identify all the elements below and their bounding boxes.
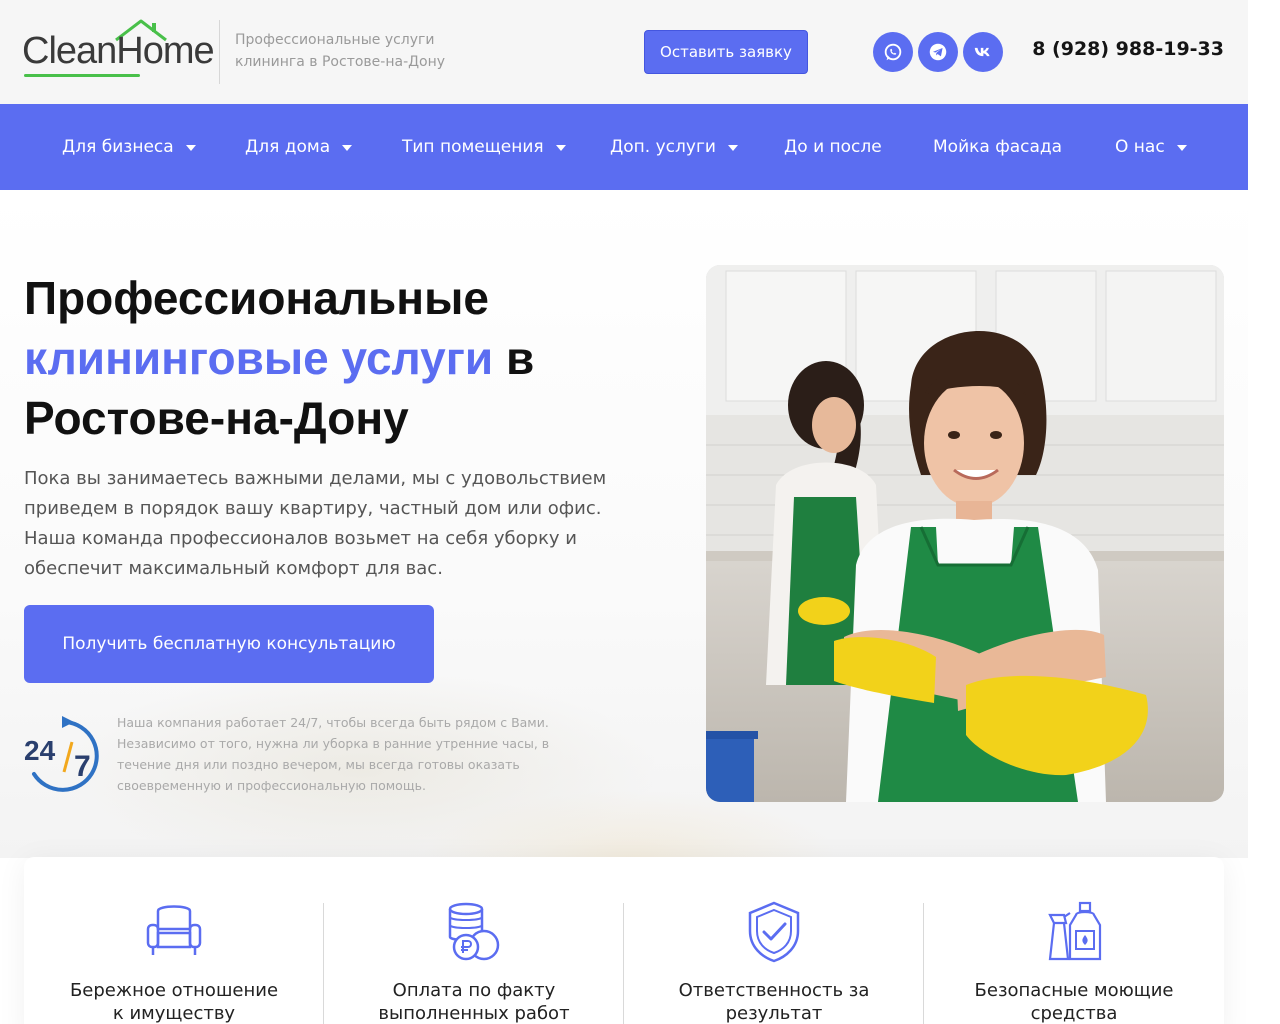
nav-item-facade-washing[interactable]: Мойка фасада xyxy=(933,134,1062,160)
hero-section: Профессиональные клининговые услуги в Ро… xyxy=(0,190,1248,858)
feature-line: Безопасные моющие xyxy=(974,980,1174,1001)
nav-label: До и после xyxy=(784,137,882,157)
hero-title-line-1: Профессиональные xyxy=(24,272,489,324)
nav-label: О нас xyxy=(1115,137,1165,157)
feature-item: Безопасные моющие средства xyxy=(924,857,1224,1024)
hero-lead-line: приведем в порядок вашу квартиру, частны… xyxy=(24,498,602,519)
nav-item-about[interactable]: О нас xyxy=(1115,134,1187,160)
badge-24-text: 24 xyxy=(24,735,56,766)
hero-title: Профессиональные клининговые услуги в Ро… xyxy=(24,268,664,448)
main-nav: Для бизнеса Для дома Тип помещения Доп. … xyxy=(0,104,1248,190)
hero-photo xyxy=(706,265,1224,802)
tagline-line-1: Профессиональные услуги xyxy=(235,32,435,48)
vk-button[interactable] xyxy=(963,32,1003,72)
hero-title-line-2: клининговые услуги в xyxy=(24,328,664,388)
chevron-down-icon xyxy=(555,145,566,151)
feature-label: Бережное отношение к имуществу xyxy=(34,979,314,1024)
nav-label: Тип помещения xyxy=(402,137,544,157)
feature-label: Ответственность за результат xyxy=(634,979,914,1024)
hero-note: Наша компания работает 24/7, чтобы всегд… xyxy=(117,712,577,796)
feature-item: Ответственность за результат xyxy=(624,857,924,1024)
chevron-down-icon xyxy=(342,145,353,151)
cleaners-illustration xyxy=(706,265,1224,802)
logo-text: CleanHome xyxy=(22,30,215,72)
nav-item-room-type[interactable]: Тип помещения xyxy=(402,134,566,160)
nav-label: Мойка фасада xyxy=(933,137,1063,157)
site-header: CleanHome Профессиональные услуги клинин… xyxy=(0,0,1248,104)
nav-label: Для дома xyxy=(245,137,331,157)
nav-item-home[interactable]: Для дома xyxy=(245,134,353,160)
logo[interactable]: CleanHome xyxy=(22,18,215,77)
tagline-line-2: клининга в Ростове-на-Дону xyxy=(235,54,446,70)
hero-note-line: течение дня или поздно вечером, мы всегд… xyxy=(117,757,520,772)
feature-item: Бережное отношение к имуществу xyxy=(24,857,324,1024)
vk-icon xyxy=(974,47,990,57)
hero-title-accent: клининговые услуги xyxy=(24,332,494,384)
armchair-icon xyxy=(146,905,202,955)
chevron-down-icon xyxy=(185,145,196,151)
feature-item: Оплата по факту выполненных работ xyxy=(324,857,624,1024)
shield-check-icon xyxy=(748,901,800,963)
phone-number[interactable]: 8 (928) 988-19-33 xyxy=(1030,38,1224,60)
free-consultation-button[interactable]: Получить бесплатную консультацию xyxy=(24,605,434,683)
feature-line: Оплата по факту xyxy=(392,980,556,1001)
detergent-bottles-icon xyxy=(1048,901,1102,961)
feature-label: Безопасные моющие средства xyxy=(934,979,1214,1024)
nav-item-extra-services[interactable]: Доп. услуги xyxy=(610,134,738,160)
header-divider xyxy=(219,20,220,84)
hero-lead-line: обеспечит максимальный комфорт для вас. xyxy=(24,558,443,579)
telegram-icon xyxy=(929,43,947,61)
hero-note-line: Наша компания работает 24/7, чтобы всегд… xyxy=(117,715,549,730)
chevron-down-icon xyxy=(1176,145,1187,151)
feature-label: Оплата по факту выполненных работ xyxy=(334,979,614,1024)
feature-line: средства xyxy=(1030,1003,1118,1024)
coins-ruble-icon xyxy=(448,902,500,961)
feature-line: Бережное отношение xyxy=(69,980,279,1001)
hero-title-line-3: Ростове-на-Дону xyxy=(24,392,409,444)
logo-underline xyxy=(24,74,140,77)
feature-line: к имуществу xyxy=(112,1003,236,1024)
nav-label: Доп. услуги xyxy=(610,137,716,157)
chevron-down-icon xyxy=(727,145,738,151)
telegram-button[interactable] xyxy=(918,32,958,72)
hero-lead-line: Наша команда профессионалов возьмет на с… xyxy=(24,528,578,549)
hero-title-rest: в xyxy=(493,332,535,384)
badge-7-text: 7 xyxy=(74,750,91,783)
whatsapp-button[interactable] xyxy=(873,32,913,72)
features-card: Бережное отношение к имуществу Оплата по… xyxy=(24,857,1224,1024)
hero-lead-line: Пока вы занимаетесь важными делами, мы с… xyxy=(24,468,607,489)
nav-item-before-after[interactable]: До и после xyxy=(784,134,882,160)
nav-item-business[interactable]: Для бизнеса xyxy=(62,134,196,160)
leave-request-button[interactable]: Оставить заявку xyxy=(644,30,808,74)
hero-note-line: Независимо от того, нужна ли уборка в ра… xyxy=(117,736,550,751)
feature-line: результат xyxy=(725,1003,823,1024)
header-tagline: Профессиональные услуги клининга в Росто… xyxy=(235,29,475,73)
clock-247-icon: 24 7 xyxy=(24,716,99,792)
feature-line: Ответственность за xyxy=(678,980,870,1001)
feature-line: выполненных работ xyxy=(378,1003,570,1024)
whatsapp-icon xyxy=(884,43,902,61)
nav-label: Для бизнеса xyxy=(62,137,174,157)
hero-lead: Пока вы занимаетесь важными делами, мы с… xyxy=(24,464,624,584)
hero-note-line: своевременную и профессиональную помощь. xyxy=(117,778,426,793)
